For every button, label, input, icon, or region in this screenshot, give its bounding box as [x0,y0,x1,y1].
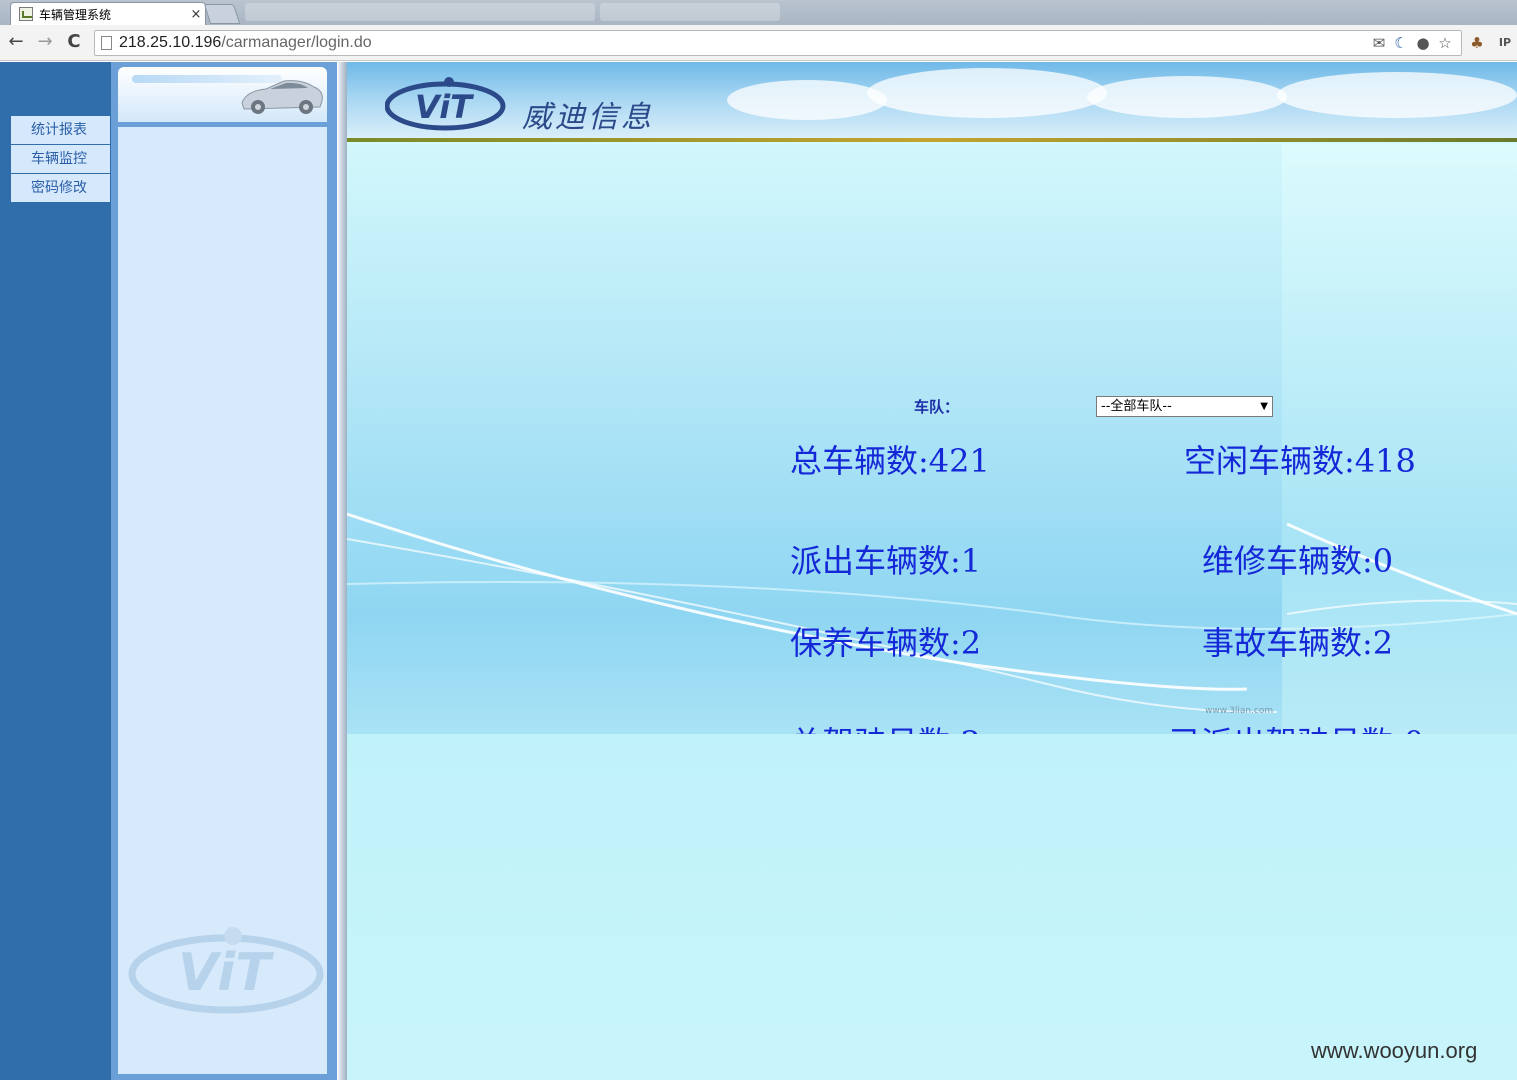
location-icon[interactable]: ● [1414,34,1432,52]
extension-moon-icon[interactable]: ☾ [1392,34,1410,52]
stat-label: 空闲车辆数: [1184,442,1355,480]
tab-title: 车辆管理系统 [39,7,112,22]
brand-name: 威迪信息 [522,100,654,135]
url-path: /carmanager/login.do [221,34,372,51]
browser-tabstrip: 车辆管理系统 × [0,0,1517,25]
main-content: ViT 威迪信息 车队： --全部车队-- ▼ 总车辆数:421 空闲车辆数:4… [347,62,1517,1080]
stat-value: 418 [1354,442,1416,480]
sidebar-body: ViT [118,127,327,1074]
fleet-label: 车队： [914,398,960,416]
browser-tab-active[interactable]: 车辆管理系统 × [10,2,206,25]
svg-text:ViT: ViT [178,943,274,1003]
browser-toolbar: ← → C 218.25.10.196 /carmanager/login.do… [0,25,1517,61]
menu-item-statistics-report[interactable]: 统计报表 [11,116,110,145]
header-banner: ViT 威迪信息 [347,62,1517,142]
stat-idle-vehicles: 空闲车辆数:418 [1184,436,1416,482]
cloud-decoration [867,68,1107,118]
page: 统计报表 车辆监控 密码修改 ViT ViT 威迪信息 车队： --全部车队--… [0,62,1517,1080]
fleet-select-value: --全部车队-- [1101,399,1172,414]
stat-maintenance-vehicles: 保养车辆数:2 [790,618,981,664]
sidebar: ViT [111,62,337,1080]
stat-label: 总驾驶员数: [790,724,961,734]
forward-button[interactable]: → [33,30,57,54]
vit-watermark-logo: ViT [128,927,324,1014]
stat-value: 2 [961,724,981,734]
sidebar-header [118,67,327,122]
car-icon [241,80,323,114]
background-tab[interactable] [600,3,780,21]
banner-underline [347,138,1517,142]
stat-value: 1 [960,542,982,580]
stat-dispatched-drivers: 已派出驾驶员数:0 [1169,718,1424,734]
stat-value: 421 [928,442,990,480]
tab-close-icon[interactable]: × [187,7,205,22]
cloud-decoration [1277,72,1517,118]
stat-label: 已派出驾驶员数: [1169,724,1404,734]
page-icon [101,36,112,50]
url-host: 218.25.10.196 [119,34,222,51]
left-navigation: 统计报表 车辆监控 密码修改 [0,62,111,1080]
vit-logo: ViT [385,77,506,131]
frame-divider [337,62,347,1080]
stat-label: 维修车辆数: [1202,542,1373,580]
stat-dispatched-vehicles: 派出车辆数:1 [790,536,981,582]
stat-total-drivers: 总驾驶员数:2 [790,718,981,734]
stat-total-vehicles: 总车辆数:421 [790,436,990,482]
svg-text:ViT: ViT [415,88,474,126]
stat-value: 0 [1372,542,1394,580]
left-menu: 统计报表 车辆监控 密码修改 [11,116,110,203]
menu-item-vehicle-monitor[interactable]: 车辆监控 [11,145,110,174]
fleet-select[interactable]: --全部车队-- ▼ [1096,396,1273,417]
wooyun-watermark: www.wooyun.org [1311,1038,1478,1063]
address-bar[interactable]: 218.25.10.196 /carmanager/login.do [94,30,1462,56]
stat-label: 事故车辆数: [1202,624,1373,662]
cloud-decoration [727,80,887,120]
stats-panel: 车队： --全部车队-- ▼ 总车辆数:421 空闲车辆数:418 派出车辆数:… [347,144,1517,734]
cloud-decoration [1087,76,1287,118]
bookmark-star-icon[interactable]: ☆ [1436,34,1454,52]
stat-label: 保养车辆数: [790,624,961,662]
extension-icon[interactable]: ♣ [1468,34,1486,52]
favicon-icon [19,7,33,21]
back-button[interactable]: ← [4,30,28,54]
stat-value: 0 [1404,724,1424,734]
stat-value: 2 [960,624,982,662]
stat-label: 总车辆数: [790,442,929,480]
new-tab-button[interactable] [203,4,241,24]
image-watermark: www.3lian.com [1205,706,1274,716]
mail-icon[interactable]: ✉ [1370,34,1388,52]
ip-extension-icon[interactable]: IP [1496,34,1514,52]
stat-label: 派出车辆数: [790,542,961,580]
stat-value: 2 [1372,624,1394,662]
stat-repair-vehicles: 维修车辆数:0 [1202,536,1393,582]
stat-accident-vehicles: 事故车辆数:2 [1202,618,1393,664]
reload-button[interactable]: C [62,30,86,54]
menu-item-change-password[interactable]: 密码修改 [11,174,110,203]
dropdown-arrow-icon: ▼ [1260,401,1268,412]
background-tab[interactable] [245,3,595,21]
